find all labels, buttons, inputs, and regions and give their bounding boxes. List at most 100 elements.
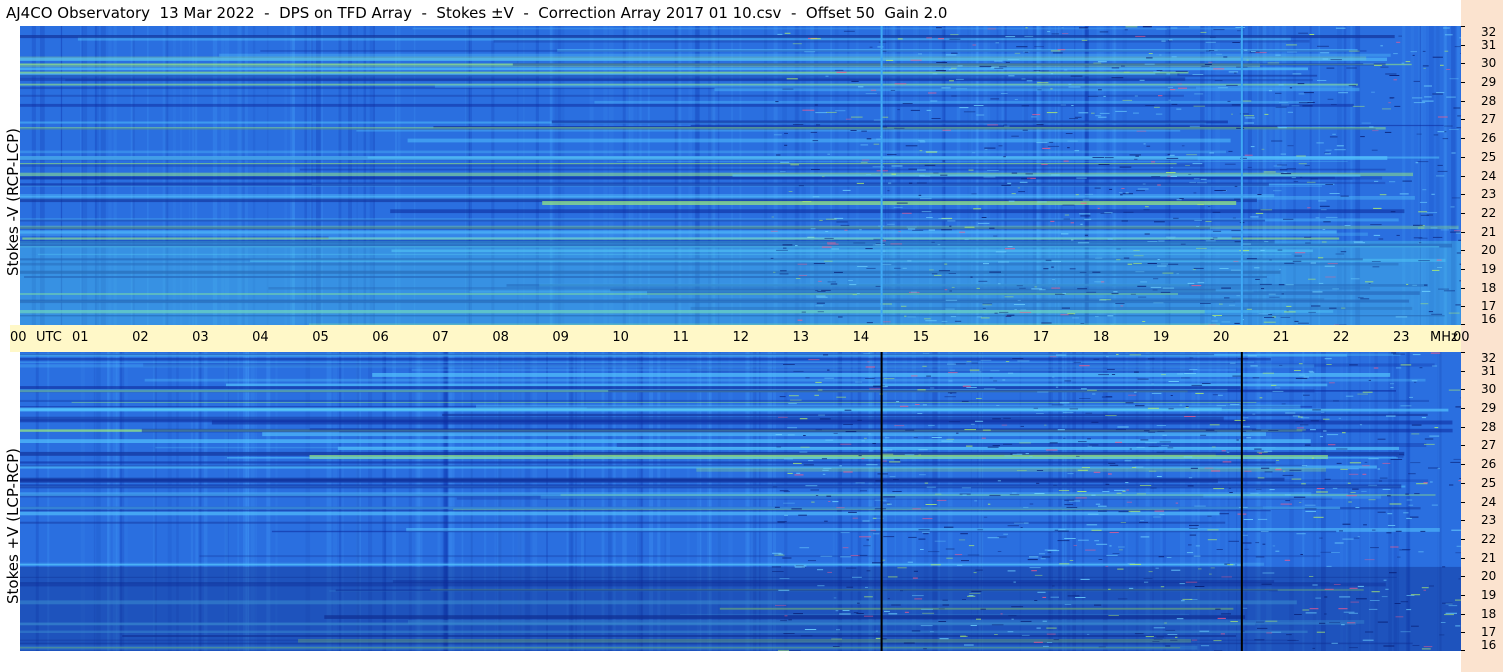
noise-speck [1294, 370, 1301, 371]
frequency-tick [1461, 44, 1465, 46]
noise-speck [1224, 163, 1236, 165]
noise-speck [1193, 105, 1205, 107]
noise-speck [1107, 238, 1113, 240]
noise-speck [1011, 172, 1018, 174]
noise-speck [1412, 54, 1415, 56]
noise-speck [1246, 258, 1257, 260]
noise-speck [849, 284, 857, 286]
noise-speck [1310, 420, 1319, 422]
rfi-band [20, 230, 1337, 234]
noise-speck [1200, 434, 1207, 436]
noise-speck [1292, 260, 1302, 262]
noise-speck [1369, 600, 1380, 601]
noise-speck [846, 586, 854, 588]
noise-speck [1204, 64, 1212, 65]
noise-speck [1271, 631, 1282, 633]
noise-speck [899, 405, 909, 407]
noise-speck [815, 305, 824, 307]
noise-speck [1456, 545, 1461, 547]
noise-speck [916, 182, 927, 184]
noise-speck [956, 564, 963, 566]
noise-speck [1133, 255, 1144, 257]
noise-speck [1395, 316, 1408, 318]
noise-speck [1440, 229, 1449, 231]
rfi-band [20, 71, 1189, 74]
noise-speck [1399, 193, 1409, 195]
noise-speck [872, 533, 880, 535]
noise-speck [1310, 262, 1316, 264]
noise-speck [1409, 516, 1419, 518]
noise-speck [1331, 642, 1338, 644]
noise-speck [1308, 370, 1314, 372]
noise-speck [1295, 377, 1308, 379]
noise-speck [775, 101, 779, 103]
noise-speck [1399, 549, 1410, 551]
time-tick-label: 15 [912, 330, 930, 345]
noise-speck [1454, 230, 1461, 232]
noise-speck [1117, 598, 1128, 600]
noise-speck [1402, 180, 1412, 182]
noise-speck [1328, 444, 1336, 446]
noise-speck [949, 38, 961, 40]
noise-speck [1389, 181, 1396, 183]
noise-speck [944, 289, 948, 291]
noise-speck [987, 28, 996, 30]
noise-speck [836, 629, 840, 631]
noise-speck [1307, 207, 1311, 209]
noise-speck [815, 290, 819, 292]
noise-speck [824, 260, 833, 262]
noise-speck [931, 437, 942, 438]
noise-speck [1067, 140, 1078, 142]
noise-speck [1143, 26, 1152, 28]
rfi-band [412, 27, 1240, 30]
noise-speck [915, 404, 920, 405]
noise-speck [1317, 80, 1327, 81]
noise-speck [1201, 65, 1210, 67]
noise-speck [1331, 104, 1337, 106]
frequency-tick-label: 22 [1481, 205, 1497, 220]
rfi-band [20, 389, 1315, 393]
noise-speck [1210, 238, 1215, 240]
noise-speck [1122, 490, 1126, 492]
noise-speck [818, 280, 822, 282]
noise-speck [1246, 308, 1252, 310]
noise-speck [1025, 453, 1029, 455]
noise-speck [827, 242, 836, 244]
rfi-band [493, 40, 1310, 43]
rfi-band [20, 399, 1429, 402]
noise-speck [1107, 315, 1114, 317]
noise-speck [946, 557, 953, 559]
noise-speck [1380, 66, 1389, 68]
noise-speck [1285, 412, 1296, 414]
noise-speck [1179, 198, 1184, 200]
rfi-band [407, 138, 1231, 143]
noise-speck [1279, 364, 1283, 366]
frequency-tick [1461, 538, 1465, 540]
noise-speck [1286, 44, 1297, 46]
noise-speck [822, 469, 829, 471]
noise-speck [1109, 532, 1119, 533]
noise-speck [1318, 200, 1327, 202]
noise-speck [999, 66, 1007, 68]
noise-speck [1348, 612, 1358, 614]
noise-speck [836, 510, 842, 512]
noise-speck [821, 458, 827, 460]
noise-speck [1197, 182, 1207, 184]
noise-speck [960, 533, 968, 535]
noise-speck [1031, 288, 1043, 290]
noise-speck [1053, 639, 1059, 641]
noise-speck [1121, 220, 1128, 222]
noise-speck [822, 176, 825, 178]
noise-speck [931, 241, 935, 243]
noise-speck [992, 445, 1000, 447]
noise-speck [1355, 507, 1360, 508]
noise-speck [1294, 252, 1306, 254]
noise-speck [1408, 504, 1414, 506]
noise-speck [1045, 449, 1058, 451]
noise-speck [891, 165, 903, 167]
noise-speck [1382, 462, 1391, 464]
noise-speck [1115, 441, 1122, 443]
noise-speck [1230, 269, 1242, 271]
frequency-tick [1461, 26, 1465, 27]
noise-speck [1260, 249, 1265, 251]
